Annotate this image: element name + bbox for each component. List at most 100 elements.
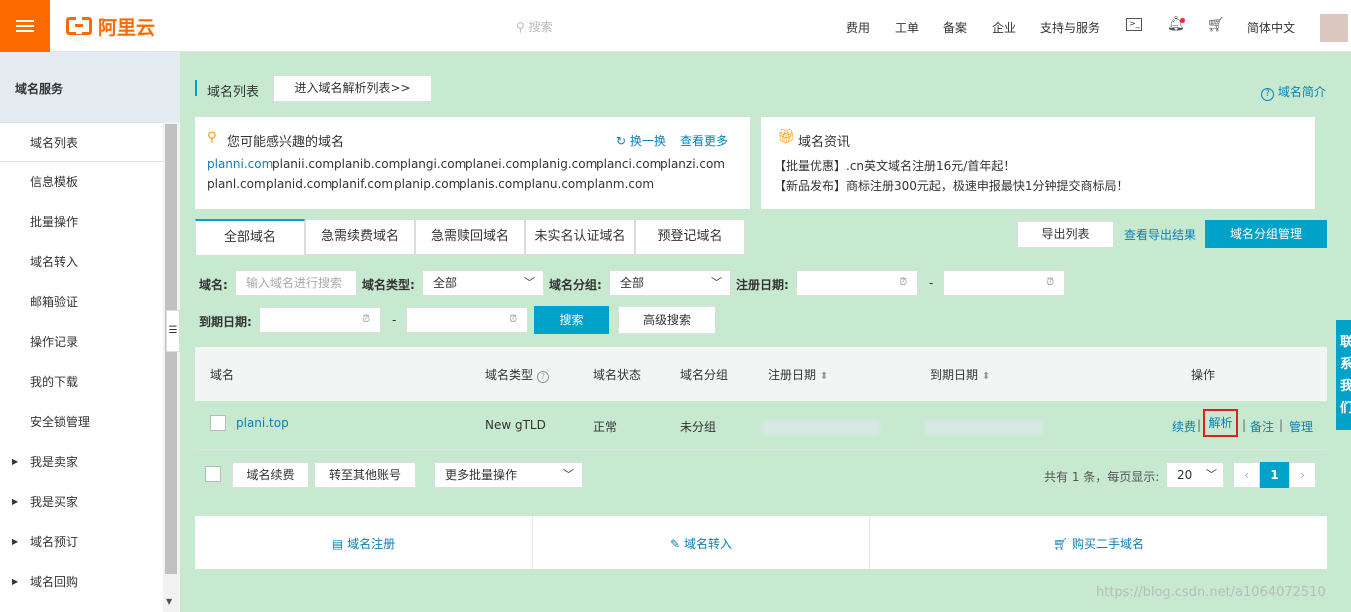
nav-enterprise[interactable]: 企业 bbox=[992, 19, 1016, 36]
domain-search-input[interactable]: 输入域名进行搜索 bbox=[235, 270, 357, 296]
sidebar-item-security-lock[interactable]: 安全锁管理 bbox=[0, 402, 163, 442]
nav-billing[interactable]: 费用 bbox=[846, 19, 870, 36]
sidebar-item-buyback[interactable]: ▶ 域名回购 bbox=[0, 562, 163, 602]
bulk-renew-button[interactable]: 域名续费 bbox=[232, 462, 309, 488]
suggest-domain[interactable]: planii.com bbox=[272, 157, 334, 171]
avatar[interactable] bbox=[1320, 14, 1348, 42]
search-button[interactable]: 搜索 bbox=[534, 306, 609, 334]
suggest-domain[interactable]: planei.com bbox=[465, 157, 531, 171]
menu-icon[interactable] bbox=[0, 0, 50, 52]
export-button[interactable]: 导出列表 bbox=[1017, 221, 1114, 248]
current-page[interactable]: 1 bbox=[1260, 462, 1289, 488]
register-domain-link[interactable]: ▤ 域名注册 bbox=[195, 535, 532, 552]
nav-support[interactable]: 支持与服务 bbox=[1040, 19, 1100, 36]
tab-all-domains[interactable]: 全部域名 bbox=[195, 219, 305, 255]
suggest-domain[interactable]: planig.com bbox=[531, 157, 597, 171]
renew-link[interactable]: 续费 bbox=[1172, 418, 1196, 435]
transfer-account-button[interactable]: 转至其他账号 bbox=[314, 462, 416, 488]
domain-type-select[interactable]: 全部 ﹀ bbox=[422, 270, 544, 296]
cart-icon[interactable]: 🛒︎ bbox=[1207, 17, 1225, 33]
help-icon: ? bbox=[1261, 88, 1274, 101]
next-page-button[interactable]: › bbox=[1289, 462, 1316, 488]
news-item[interactable]: 【新品发布】商标注册300元起，极速申报最快1分钟提交商标局！ bbox=[774, 177, 1129, 194]
suggest-domain[interactable]: planm.com bbox=[587, 177, 654, 191]
sidebar-item-buyer[interactable]: ▶ 我是买家 bbox=[0, 482, 163, 522]
col-status: 域名状态 bbox=[593, 368, 642, 382]
tab-urgent-renew[interactable]: 急需续费域名 bbox=[305, 219, 415, 255]
news-item[interactable]: 【批量优惠】.cn英文域名注册16元/首年起！ bbox=[774, 157, 1015, 174]
chevron-down-icon: ﹀ bbox=[524, 276, 535, 289]
buy-used-domain-link[interactable]: 🛒︎ 购买二手域名 bbox=[870, 535, 1327, 552]
prev-page-button[interactable]: ‹ bbox=[1233, 462, 1260, 488]
sidebar-item-domain-list[interactable]: 域名列表 bbox=[0, 122, 163, 162]
row-group: 未分组 bbox=[680, 420, 717, 434]
sidebar-item-transfer-in[interactable]: 域名转入 bbox=[0, 242, 163, 282]
sort-icon: ⬍ bbox=[819, 371, 829, 382]
group-manage-button[interactable]: 域名分组管理 bbox=[1205, 220, 1327, 248]
sidebar-item-batch[interactable]: 批量操作 bbox=[0, 202, 163, 242]
exp-date-start[interactable]: ⏰︎ bbox=[259, 307, 381, 333]
view-more-link[interactable]: 查看更多 bbox=[680, 132, 728, 149]
domain-intro-link[interactable]: ? 域名简介 bbox=[1261, 83, 1326, 101]
chevron-down-icon: ﹀ bbox=[563, 468, 574, 481]
language-switch[interactable]: 简体中文 bbox=[1247, 19, 1295, 36]
suggest-domain[interactable]: planci.com bbox=[596, 157, 661, 171]
suggest-domain[interactable]: plangi.com bbox=[400, 157, 466, 171]
suggest-domain[interactable]: planid.com bbox=[266, 177, 332, 191]
sidebar-item-seller[interactable]: ▶ 我是卖家 bbox=[0, 442, 163, 482]
suggest-domain[interactable]: planif.com bbox=[331, 177, 393, 191]
reg-date-start[interactable]: ⏰︎ bbox=[796, 270, 918, 296]
col-reg-date[interactable]: 注册日期 ⬍ bbox=[768, 366, 828, 383]
more-bulk-select[interactable]: 更多批量操作 ﹀ bbox=[434, 462, 583, 488]
suggest-domain[interactable]: planzi.com bbox=[660, 157, 725, 171]
terminal-icon[interactable]: >_ bbox=[1126, 18, 1142, 31]
page-size-select[interactable]: 20 ﹀ bbox=[1166, 462, 1224, 488]
dns-resolve-link[interactable]: 解析 bbox=[1203, 409, 1238, 437]
logo-mark-icon bbox=[66, 16, 92, 35]
suggest-domain[interactable]: planib.com bbox=[334, 157, 400, 171]
sidebar-item-reserve[interactable]: ▶ 域名预订 bbox=[0, 522, 163, 562]
clock-icon: ⏰︎ bbox=[362, 314, 370, 325]
sort-icon: ⬍ bbox=[981, 371, 991, 382]
date-dash: - bbox=[392, 313, 397, 327]
view-export-link[interactable]: 查看导出结果 bbox=[1124, 226, 1196, 243]
suggest-domain[interactable]: planis.com bbox=[459, 177, 524, 191]
sidebar-item-op-log[interactable]: 操作记录 bbox=[0, 322, 163, 362]
suggest-domain[interactable]: planl.com bbox=[207, 177, 266, 191]
tab-preregister[interactable]: 预登记域名 bbox=[635, 219, 745, 255]
contact-us-float[interactable]: 联系我们 bbox=[1336, 320, 1351, 430]
row-checkbox[interactable] bbox=[210, 415, 226, 431]
tab-unverified[interactable]: 未实名认证域名 bbox=[525, 219, 635, 255]
col-ops: 操作 bbox=[1191, 368, 1216, 382]
caret-right-icon: ▶ bbox=[12, 457, 19, 466]
advanced-search-button[interactable]: 高级搜索 bbox=[618, 306, 716, 334]
clock-icon: ⏰︎ bbox=[1046, 277, 1054, 288]
remark-link[interactable]: 备注 bbox=[1250, 418, 1274, 435]
separator: | bbox=[1279, 418, 1284, 432]
collapse-sidebar-icon[interactable]: ☰ bbox=[166, 310, 180, 352]
help-icon[interactable]: ? bbox=[536, 371, 549, 383]
domain-group-select[interactable]: 全部 ﹀ bbox=[609, 270, 731, 296]
scroll-down-icon[interactable]: ▼ bbox=[166, 597, 172, 606]
manage-link[interactable]: 管理 bbox=[1289, 418, 1313, 435]
chevron-down-icon: ﹀ bbox=[711, 276, 722, 289]
select-all-checkbox[interactable] bbox=[205, 466, 221, 482]
suggest-domain[interactable]: planni.com bbox=[207, 157, 273, 171]
refresh-button[interactable]: ↻ 换一换 bbox=[616, 132, 666, 149]
reg-date-end[interactable]: ⏰︎ bbox=[943, 270, 1065, 296]
dns-list-button[interactable]: 进入域名解析列表>> bbox=[273, 75, 432, 102]
sidebar-item-template[interactable]: 信息模板 bbox=[0, 162, 163, 202]
top-search[interactable]: ⚲ 搜索 bbox=[516, 18, 553, 35]
suggest-domain[interactable]: planu.com bbox=[524, 177, 587, 191]
nav-icp[interactable]: 备案 bbox=[943, 19, 967, 36]
aliyun-logo[interactable]: 阿里云 bbox=[66, 14, 155, 39]
sidebar-item-email-verify[interactable]: 邮箱验证 bbox=[0, 282, 163, 322]
nav-ticket[interactable]: 工单 bbox=[895, 19, 919, 36]
tab-urgent-redeem[interactable]: 急需赎回域名 bbox=[415, 219, 525, 255]
col-exp-date[interactable]: 到期日期 ⬍ bbox=[930, 366, 990, 383]
suggest-domain[interactable]: planip.com bbox=[394, 177, 460, 191]
row-domain-link[interactable]: plani.top bbox=[236, 416, 289, 430]
sidebar-item-downloads[interactable]: 我的下载 bbox=[0, 362, 163, 402]
transfer-domain-link[interactable]: ✎ 域名转入 bbox=[533, 535, 869, 552]
exp-date-end[interactable]: ⏰︎ bbox=[406, 307, 528, 333]
